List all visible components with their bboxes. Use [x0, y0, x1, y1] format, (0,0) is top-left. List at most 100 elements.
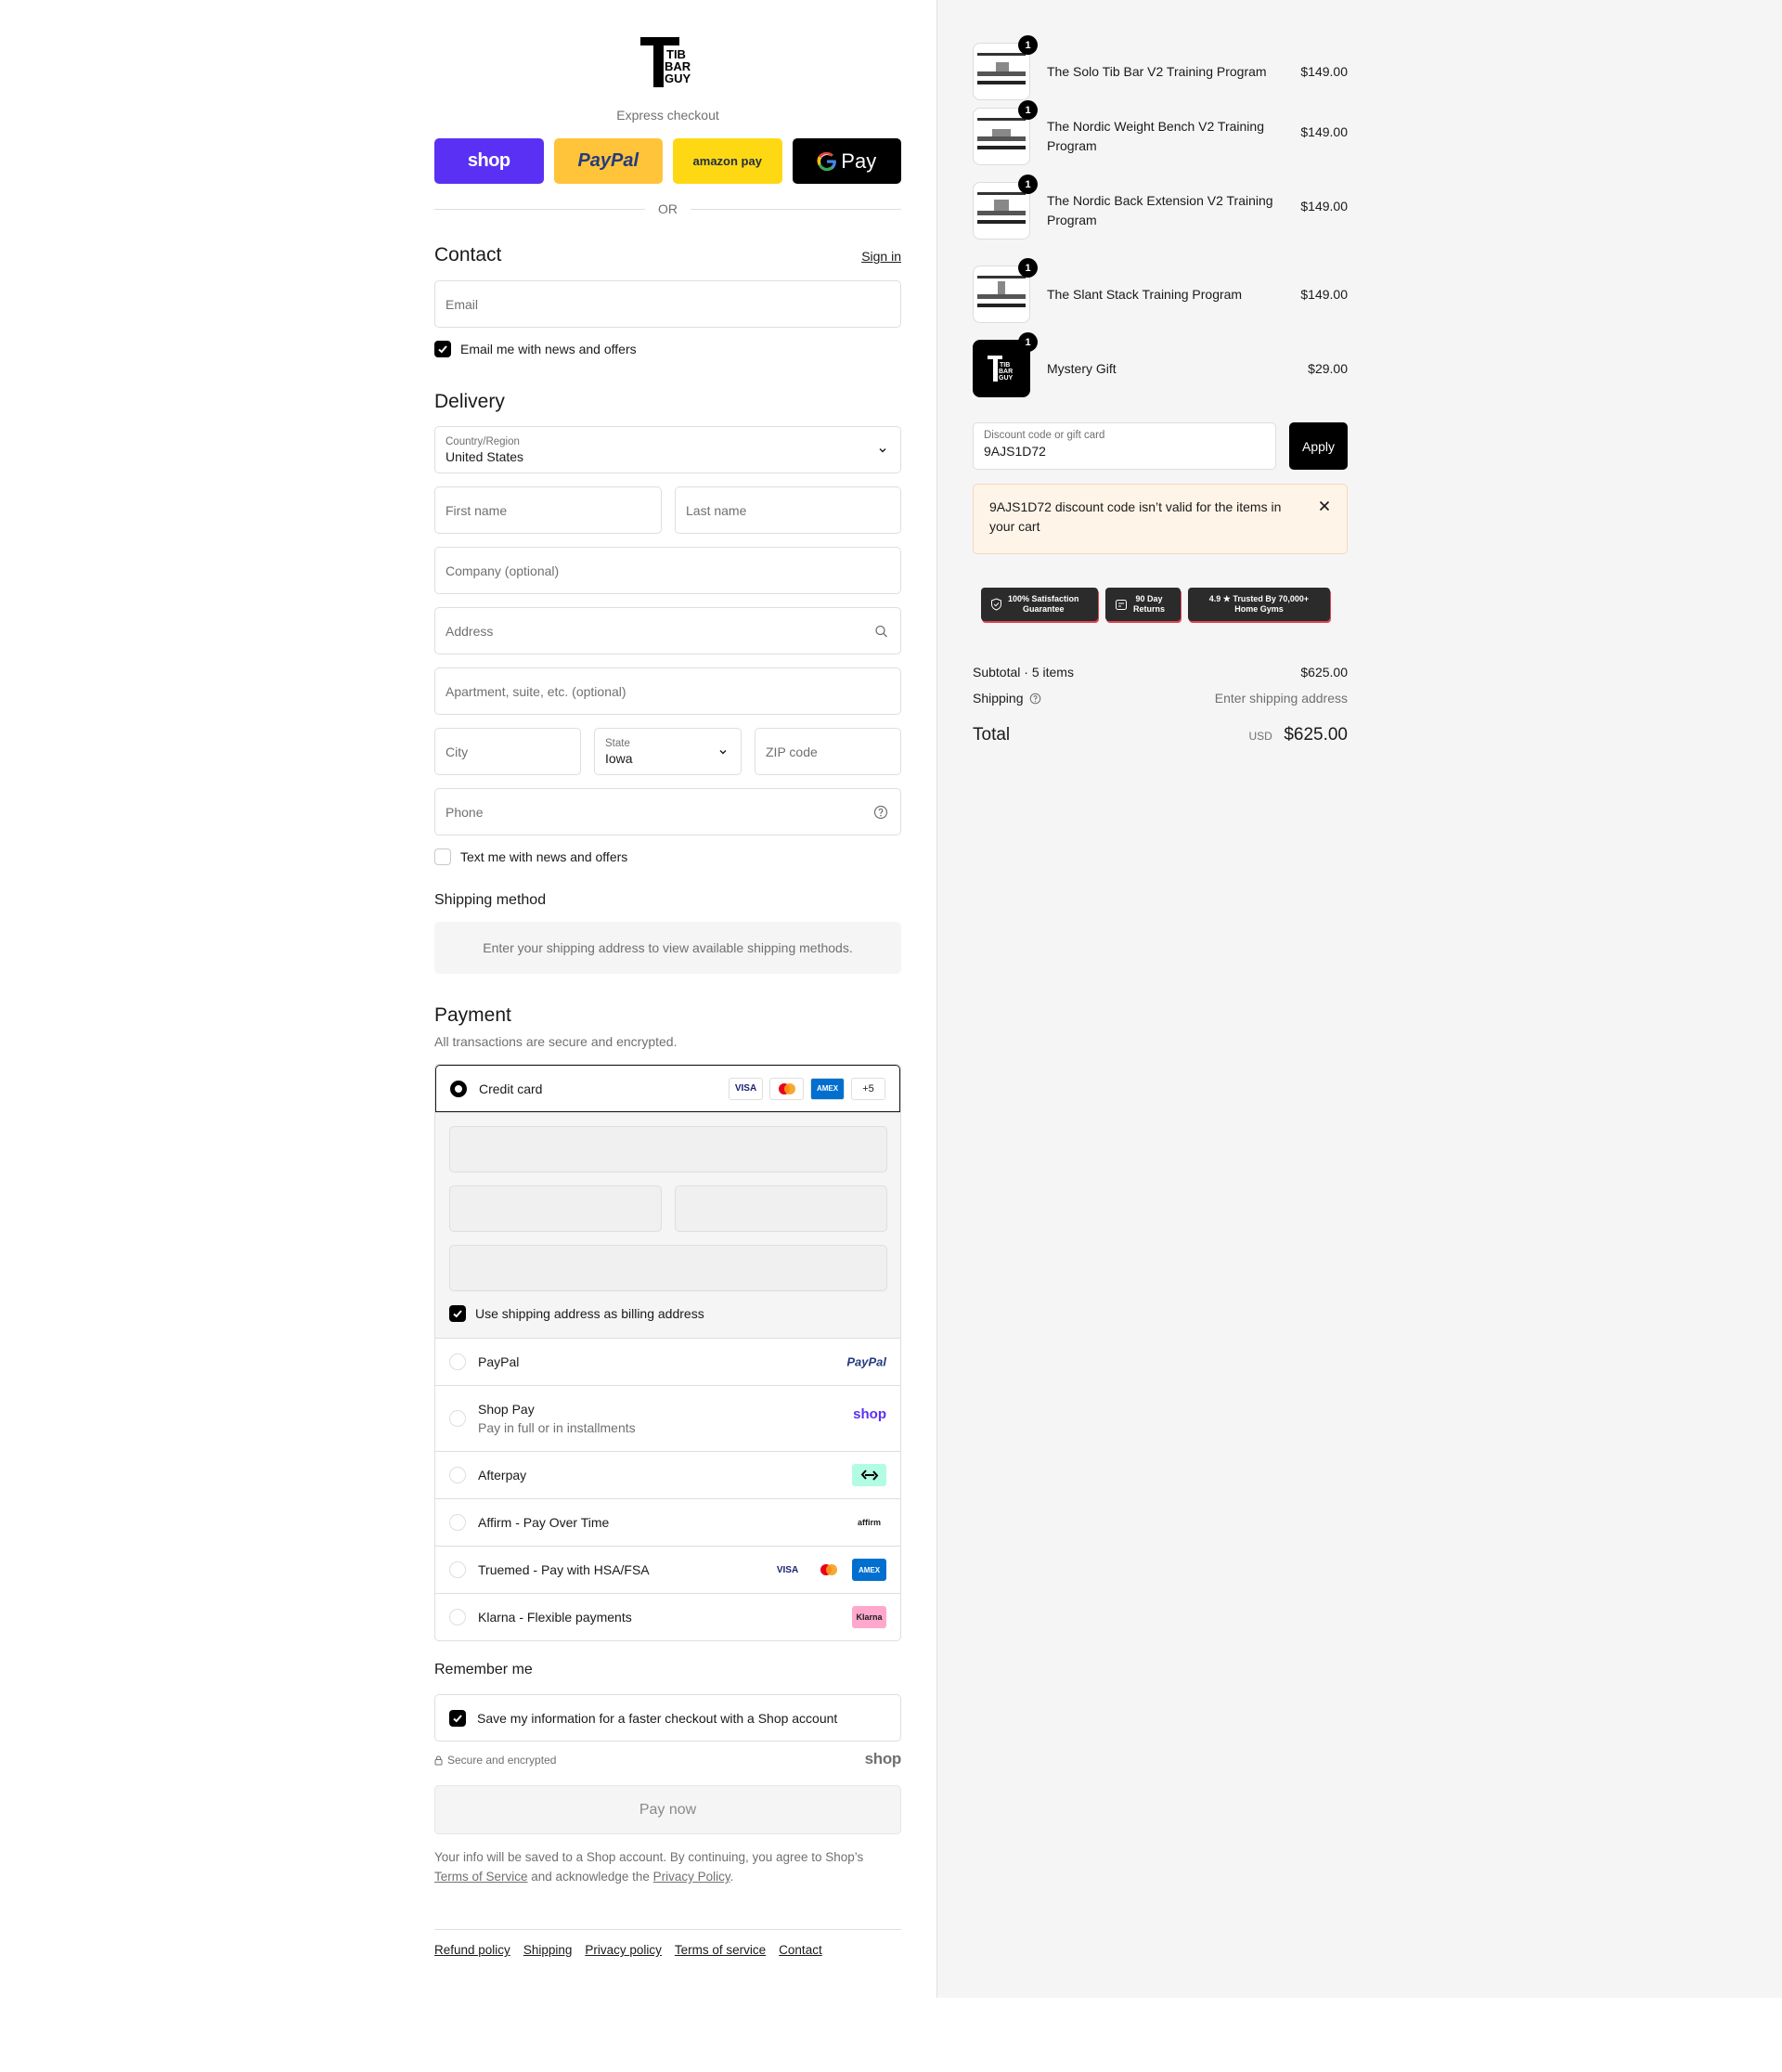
payment-option-credit-card[interactable]: Credit card VISA AMEX +5 — [435, 1065, 900, 1112]
card-name-field[interactable] — [449, 1245, 887, 1291]
paypal-radio[interactable] — [449, 1353, 466, 1370]
afterpay-radio[interactable] — [449, 1467, 466, 1483]
item-name: The Slant Stack Training Program — [1047, 286, 1243, 302]
company-field[interactable]: Company (optional) — [434, 547, 901, 594]
svg-text:GUY: GUY — [999, 375, 1014, 382]
mastercard-icon — [811, 1559, 846, 1581]
affirm-logo-wrap: affirm — [852, 1511, 886, 1534]
google-g-icon — [817, 151, 836, 171]
lock-icon — [434, 1755, 443, 1765]
phone-field[interactable]: Phone — [434, 788, 901, 835]
city-field[interactable]: City — [434, 728, 581, 775]
card-number-field[interactable] — [449, 1126, 887, 1172]
shop-pay-radio[interactable] — [449, 1410, 466, 1427]
subtotal-row: Subtotal · 5 items $625.00 — [973, 665, 1348, 680]
klarna-logo: Klarna — [852, 1606, 886, 1628]
paypal-button[interactable]: PayPal — [553, 138, 663, 184]
delivery-heading: Delivery — [434, 391, 505, 412]
email-placeholder: Email — [446, 296, 479, 312]
payment-option-shop-pay[interactable]: Shop Pay Pay in full or in installments … — [435, 1385, 900, 1451]
badge-line-1: 100% Satisfaction — [1008, 594, 1079, 603]
shop-pay-label: Shop Pay — [478, 1402, 535, 1417]
shop-terms-link[interactable]: Terms of Service — [434, 1870, 528, 1884]
remember-me-checkbox[interactable] — [449, 1709, 466, 1727]
apartment-field[interactable]: Apartment, suite, etc. (optional) — [434, 667, 901, 715]
remember-me-box[interactable]: Save my information for a faster checkou… — [434, 1694, 901, 1742]
chevron-down-icon — [719, 749, 727, 754]
state-select[interactable]: State Iowa — [594, 728, 742, 775]
billing-same-checkbox-row[interactable]: Use shipping address as billing address — [449, 1305, 704, 1322]
shop-pay-logo: shop — [467, 150, 510, 171]
shop-pay-button[interactable]: shop — [434, 138, 544, 184]
email-news-label: Email me with news and offers — [460, 342, 637, 356]
discount-code-field[interactable]: Discount code or gift card 9AJS1D72 — [973, 422, 1276, 470]
close-icon[interactable] — [1319, 500, 1330, 512]
pay-now-button[interactable]: Pay now — [434, 1785, 901, 1834]
country-value: United States — [446, 448, 524, 464]
email-news-checkbox[interactable] — [434, 341, 451, 357]
payment-option-truemed[interactable]: Truemed - Pay with HSA/FSA VISA AMEX — [435, 1546, 900, 1593]
truemed-radio[interactable] — [449, 1561, 466, 1578]
badge-text: 100% Satisfaction Guarantee — [1008, 594, 1079, 615]
cart-item: 1 The Slant Stack Training Program $149.… — [973, 258, 1348, 323]
afterpay-label: Afterpay — [478, 1468, 527, 1483]
truemed-card-icons: VISA AMEX — [770, 1559, 886, 1581]
payment-option-afterpay[interactable]: Afterpay — [435, 1451, 900, 1498]
search-icon — [875, 625, 887, 637]
help-icon[interactable] — [1029, 693, 1041, 705]
quantity-badge: 1 — [1018, 175, 1038, 194]
amazon-pay-button[interactable]: amazon pay — [673, 138, 782, 184]
product-thumbnail: 1 — [973, 258, 1038, 323]
afterpay-icon — [852, 1464, 886, 1486]
help-icon[interactable] — [873, 805, 888, 820]
email-field[interactable]: Email — [434, 280, 901, 328]
address-field[interactable]: Address — [434, 607, 901, 654]
payment-option-paypal[interactable]: PayPal PayPal — [435, 1338, 900, 1385]
zip-field[interactable]: ZIP code — [755, 728, 901, 775]
refund-policy-link[interactable]: Refund policy — [434, 1943, 510, 1957]
item-name: The Nordic Weight Bench V2 Training Prog… — [1047, 119, 1264, 153]
country-select[interactable]: Country/Region United States — [434, 426, 901, 473]
shipping-label: Shipping — [973, 691, 1024, 706]
quantity-badge: 1 — [1018, 332, 1038, 352]
remember-me-label: Save my information for a faster checkou… — [477, 1710, 838, 1726]
google-pay-button[interactable]: Pay — [792, 138, 901, 184]
shipping-link[interactable]: Shipping — [523, 1943, 573, 1957]
klarna-radio[interactable] — [449, 1609, 466, 1625]
svg-text:GUY: GUY — [665, 71, 691, 85]
badge-text: 90 Day Returns — [1133, 594, 1165, 615]
discount-error-text: 9AJS1D72 discount code isn’t valid for t… — [989, 499, 1282, 534]
email-news-checkbox-row[interactable]: Email me with news and offers — [434, 341, 637, 357]
terms-of-service-link[interactable]: Terms of service — [675, 1943, 766, 1957]
last-name-field[interactable]: Last name — [675, 486, 901, 534]
contact-link[interactable]: Contact — [779, 1943, 822, 1957]
chevron-down-icon — [879, 447, 886, 452]
first-name-field[interactable]: First name — [434, 486, 662, 534]
card-expiry-field[interactable] — [449, 1185, 662, 1232]
payment-option-affirm[interactable]: Affirm - Pay Over Time affirm — [435, 1498, 900, 1546]
affirm-radio[interactable] — [449, 1514, 466, 1531]
apartment-placeholder: Apartment, suite, etc. (optional) — [446, 683, 626, 699]
card-cvc-field[interactable] — [675, 1185, 887, 1232]
credit-card-radio[interactable] — [450, 1080, 467, 1097]
last-name-placeholder: Last name — [686, 502, 747, 518]
privacy-policy-link[interactable]: Privacy policy — [585, 1943, 662, 1957]
state-value: Iowa — [605, 750, 633, 766]
text-news-checkbox[interactable] — [434, 848, 451, 865]
item-name: Mystery Gift — [1047, 360, 1117, 376]
sign-in-link[interactable]: Sign in — [861, 249, 901, 264]
discount-code-label: Discount code or gift card — [984, 430, 1105, 441]
affirm-logo: affirm — [852, 1511, 886, 1534]
billing-same-checkbox[interactable] — [449, 1305, 466, 1322]
footer-links: Refund policy Shipping Privacy policy Te… — [434, 1943, 822, 1957]
payment-heading: Payment — [434, 1004, 511, 1026]
shop-privacy-link[interactable]: Privacy Policy — [653, 1870, 730, 1884]
text-news-checkbox-row[interactable]: Text me with news and offers — [434, 848, 627, 865]
brand-logo[interactable]: TIB BAR GUY — [640, 35, 696, 91]
product-thumbnail: 1 — [973, 175, 1038, 240]
shop-logo: shop — [853, 1406, 886, 1422]
payment-option-klarna[interactable]: Klarna - Flexible payments Klarna — [435, 1593, 900, 1640]
total-value: $625.00 — [1284, 725, 1348, 745]
badge-line-2: Home Gyms — [1234, 604, 1284, 614]
apply-discount-button[interactable]: Apply — [1289, 422, 1348, 470]
